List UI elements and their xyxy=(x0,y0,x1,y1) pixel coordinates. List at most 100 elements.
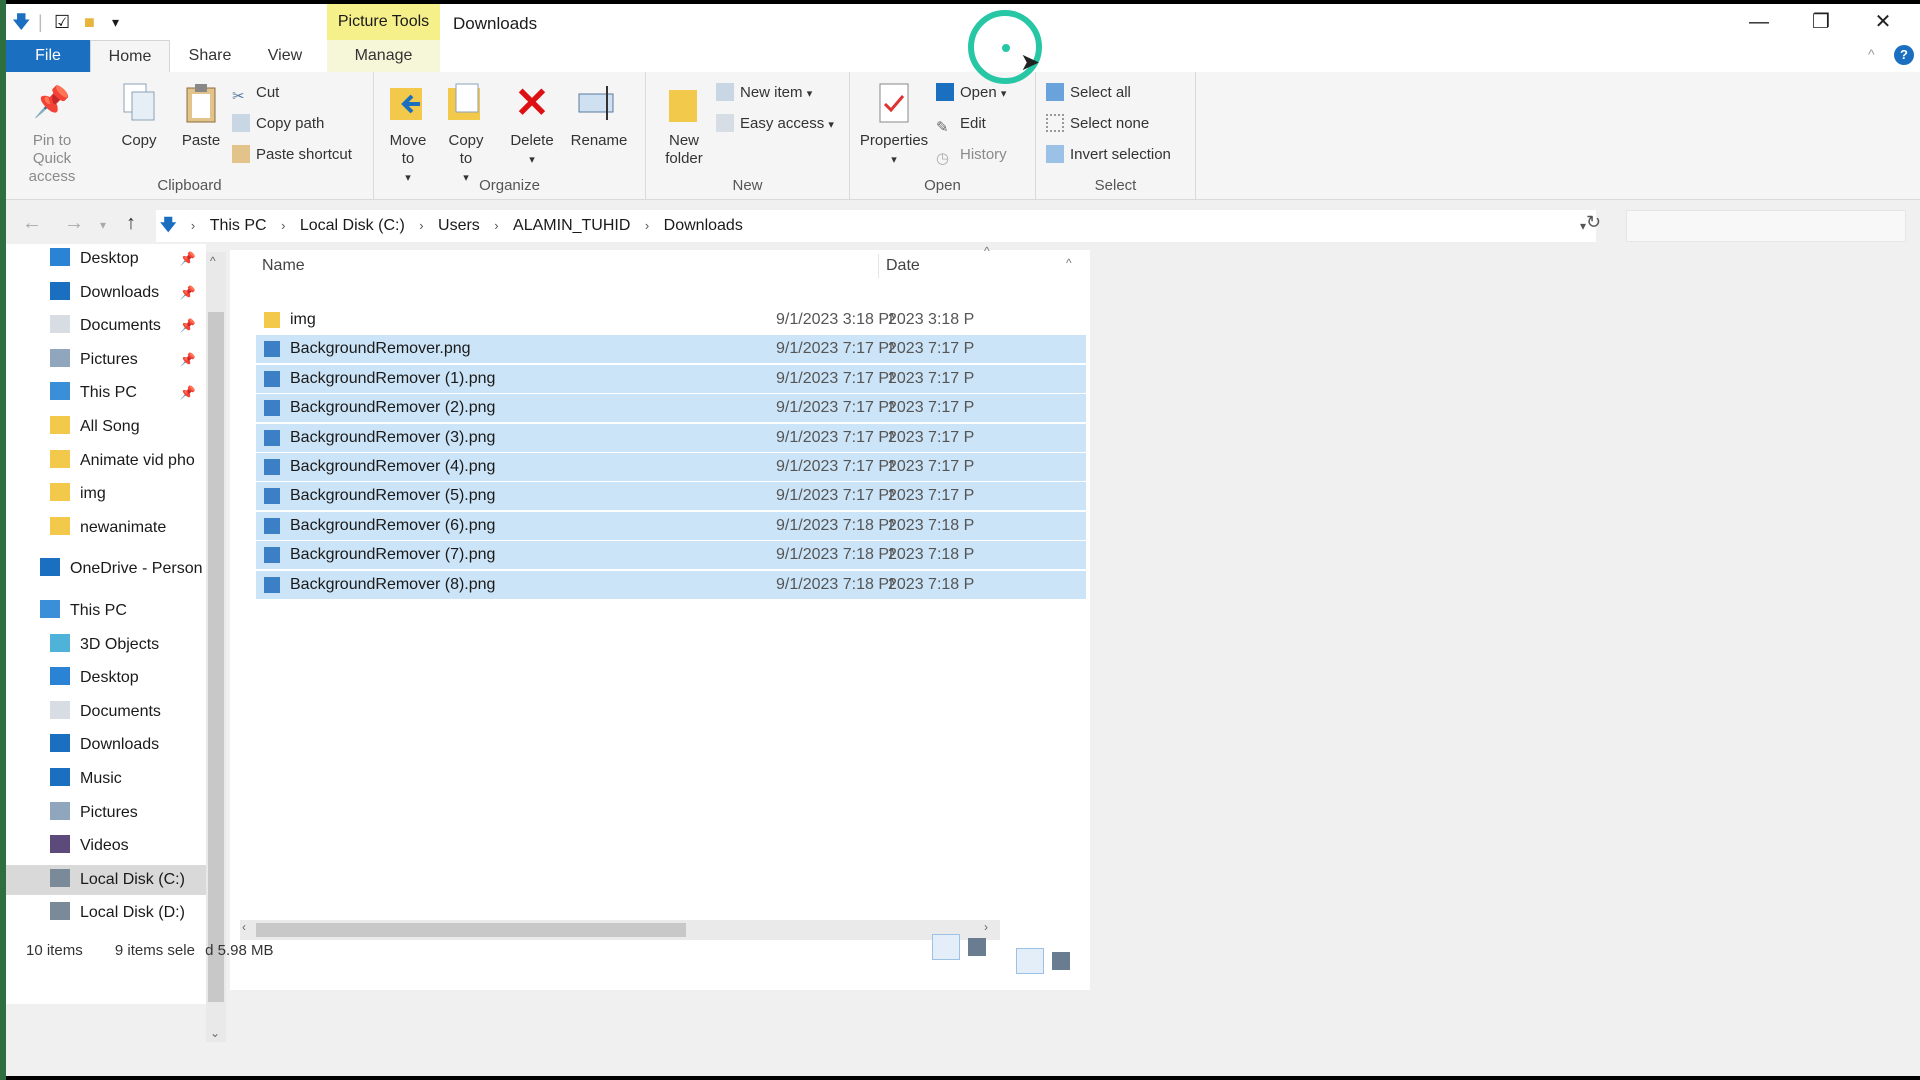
up-arrow-icon[interactable]: ↑ xyxy=(126,212,136,235)
sidebar-item-label: Documents xyxy=(80,702,161,720)
sidebar-item[interactable]: Pictures 📌 xyxy=(6,345,206,375)
file-row[interactable]: BackgroundRemover (7).png 9/1/2023 7:18 P… xyxy=(256,541,1086,570)
select-none-button[interactable]: Select none xyxy=(1046,113,1149,135)
sidebar-item[interactable]: Music xyxy=(6,764,206,794)
details-view-icon[interactable] xyxy=(1016,948,1044,974)
sidebar-item[interactable]: Desktop xyxy=(6,663,206,693)
paste-shortcut-button[interactable]: Paste shortcut xyxy=(232,144,352,166)
file-row[interactable]: BackgroundRemover.png 9/1/2023 7:17 PM 202… xyxy=(256,335,1086,364)
file-row[interactable]: img 9/1/2023 3:18 PM2023 3:18 PM xyxy=(256,306,1086,334)
delete-button[interactable]: ✕ Delete ▾ xyxy=(506,82,558,169)
invert-selection-button[interactable]: Invert selection xyxy=(1046,144,1171,166)
tab-share[interactable]: Share xyxy=(172,40,248,72)
breadcrumb-user[interactable]: ALAMIN_TUHID xyxy=(513,210,630,242)
file-row[interactable]: BackgroundRemover (8).png 9/1/2023 7:18 P… xyxy=(256,570,1086,599)
open-button[interactable]: Open ▾ xyxy=(936,82,1006,105)
paste-button[interactable]: Paste xyxy=(174,82,228,150)
sidebar-item[interactable]: This PC xyxy=(6,596,206,626)
horizontal-scrollbar-thumb[interactable] xyxy=(256,923,686,937)
file-date-overlap: 2023 7:17 PM xyxy=(888,458,974,475)
sidebar-item[interactable]: Documents 📌 xyxy=(6,311,206,341)
properties-button[interactable]: Properties ▾ xyxy=(856,82,932,169)
sidebar-item[interactable]: Desktop 📌 xyxy=(6,244,206,274)
sidebar-item[interactable]: Pictures xyxy=(6,798,206,828)
sidebar-item[interactable]: Animate vid pho xyxy=(6,446,206,476)
customize-quick-access-icon[interactable]: ▾ xyxy=(112,10,119,34)
history-button[interactable]: ◷ History xyxy=(936,144,1007,167)
new-folder-quick-icon[interactable]: ■ xyxy=(84,10,95,34)
select-all-button[interactable]: Select all xyxy=(1046,82,1131,104)
move-to-button[interactable]: Move to ▾ xyxy=(384,82,432,187)
search-box[interactable] xyxy=(1626,210,1906,242)
breadcrumb-local-disk[interactable]: Local Disk (C:) xyxy=(300,210,405,242)
edit-button[interactable]: ✎ Edit xyxy=(936,113,986,136)
close-button[interactable]: ✕ xyxy=(1852,4,1914,40)
tab-view[interactable]: View xyxy=(252,40,318,72)
file-row[interactable]: BackgroundRemover (6).png 9/1/2023 7:18 P… xyxy=(256,511,1086,540)
sidebar-item[interactable]: img xyxy=(6,479,206,509)
file-name: BackgroundRemover (1).png xyxy=(290,369,496,387)
address-bar[interactable]: 🡇 › This PC › Local Disk (C:) › Users › … xyxy=(156,210,1596,242)
file-row[interactable]: BackgroundRemover (3).png 9/1/2023 7:17 P… xyxy=(256,423,1086,452)
back-arrow-icon[interactable]: ← xyxy=(22,212,42,235)
file-name: BackgroundRemover (7).png xyxy=(290,546,496,564)
copy-button[interactable]: Copy xyxy=(114,82,164,150)
file-date: 9/1/2023 7:17 PM xyxy=(776,399,894,417)
large-icons-view-icon[interactable] xyxy=(1052,952,1070,970)
sidebar-item-label: This PC xyxy=(80,384,137,402)
sidebar-item[interactable]: All Song xyxy=(6,412,206,442)
breadcrumb-this-pc[interactable]: This PC xyxy=(210,210,267,242)
cut-button[interactable]: ✂ Cut xyxy=(232,82,279,105)
sidebar-item[interactable]: Videos xyxy=(6,831,206,861)
navigation-pane: Desktop 📌 Downloads 📌 Documents 📌 Pictures 📌 Thi… xyxy=(6,244,206,1004)
sidebar-item[interactable]: OneDrive - Person xyxy=(6,554,206,584)
rename-button[interactable]: Rename xyxy=(568,82,630,150)
forward-arrow-icon[interactable]: → xyxy=(64,212,84,235)
refresh-icon[interactable]: ↻ xyxy=(1586,212,1601,233)
collapse-ribbon-icon[interactable]: ^ xyxy=(1868,46,1875,62)
file-name: BackgroundRemover (5).png xyxy=(290,487,496,505)
help-icon[interactable]: ? xyxy=(1894,45,1914,65)
pin-quick-access-button[interactable]: 📌 Pin to Quick access xyxy=(12,82,92,186)
column-header-date[interactable]: Date xyxy=(886,250,920,282)
file-row[interactable]: BackgroundRemover (5).png 9/1/2023 7:17 P… xyxy=(256,482,1086,511)
scroll-right-icon[interactable]: › xyxy=(984,920,988,934)
column-header-name[interactable]: Name xyxy=(262,250,305,282)
collapse-header-icon[interactable]: ^ xyxy=(1066,256,1072,270)
new-item-button[interactable]: New item ▾ xyxy=(716,82,812,105)
sidebar-item[interactable]: newanimate xyxy=(6,513,206,543)
navigation-pane-scrollbar[interactable]: ^ ⌄ xyxy=(206,252,226,1042)
scrollbar-thumb[interactable] xyxy=(208,312,224,1002)
sidebar-item[interactable]: Downloads 📌 xyxy=(6,278,206,308)
scroll-up-icon[interactable]: ^ xyxy=(210,254,216,268)
easy-access-button[interactable]: Easy access ▾ xyxy=(716,113,834,136)
sidebar-item[interactable]: Downloads xyxy=(6,730,206,760)
large-icons-view-icon[interactable] xyxy=(968,938,986,956)
file-list-horizontal-scrollbar[interactable]: ‹ › xyxy=(240,920,1000,940)
tab-manage[interactable]: Manage xyxy=(327,40,440,72)
file-row[interactable]: BackgroundRemover (4).png 9/1/2023 7:17 P… xyxy=(256,453,1086,481)
breadcrumb-separator: › xyxy=(190,218,196,233)
scroll-down-icon[interactable]: ⌄ xyxy=(210,1026,220,1040)
recent-locations-icon[interactable]: ▾ xyxy=(100,218,106,232)
details-view-icon[interactable] xyxy=(932,934,960,960)
file-date: 9/1/2023 7:17 PM xyxy=(776,428,894,446)
maximize-button[interactable]: ❐ xyxy=(1790,4,1852,40)
scroll-left-icon[interactable]: ‹ xyxy=(242,920,246,934)
sidebar-item[interactable]: Documents xyxy=(6,697,206,727)
sidebar-item[interactable]: Local Disk (C:) xyxy=(6,864,206,895)
file-row[interactable]: BackgroundRemover (1).png 9/1/2023 7:17 P… xyxy=(256,364,1086,393)
tab-home[interactable]: Home xyxy=(90,40,170,72)
new-folder-button[interactable]: New folder xyxy=(654,82,714,168)
minimize-button[interactable]: — xyxy=(1728,4,1790,40)
sidebar-item[interactable]: Local Disk (D:) xyxy=(6,898,206,928)
file-row[interactable]: BackgroundRemover (2).png 9/1/2023 7:17 P… xyxy=(256,394,1086,423)
properties-quick-icon[interactable]: ☑ xyxy=(54,10,70,34)
breadcrumb-downloads[interactable]: Downloads xyxy=(664,210,743,242)
tab-file[interactable]: File xyxy=(6,40,90,72)
breadcrumb-users[interactable]: Users xyxy=(438,210,480,242)
sidebar-item[interactable]: 3D Objects xyxy=(6,630,206,660)
copy-path-button[interactable]: Copy path xyxy=(232,113,324,135)
copy-to-button[interactable]: Copy to ▾ xyxy=(442,82,490,187)
sidebar-item[interactable]: This PC 📌 xyxy=(6,378,206,408)
